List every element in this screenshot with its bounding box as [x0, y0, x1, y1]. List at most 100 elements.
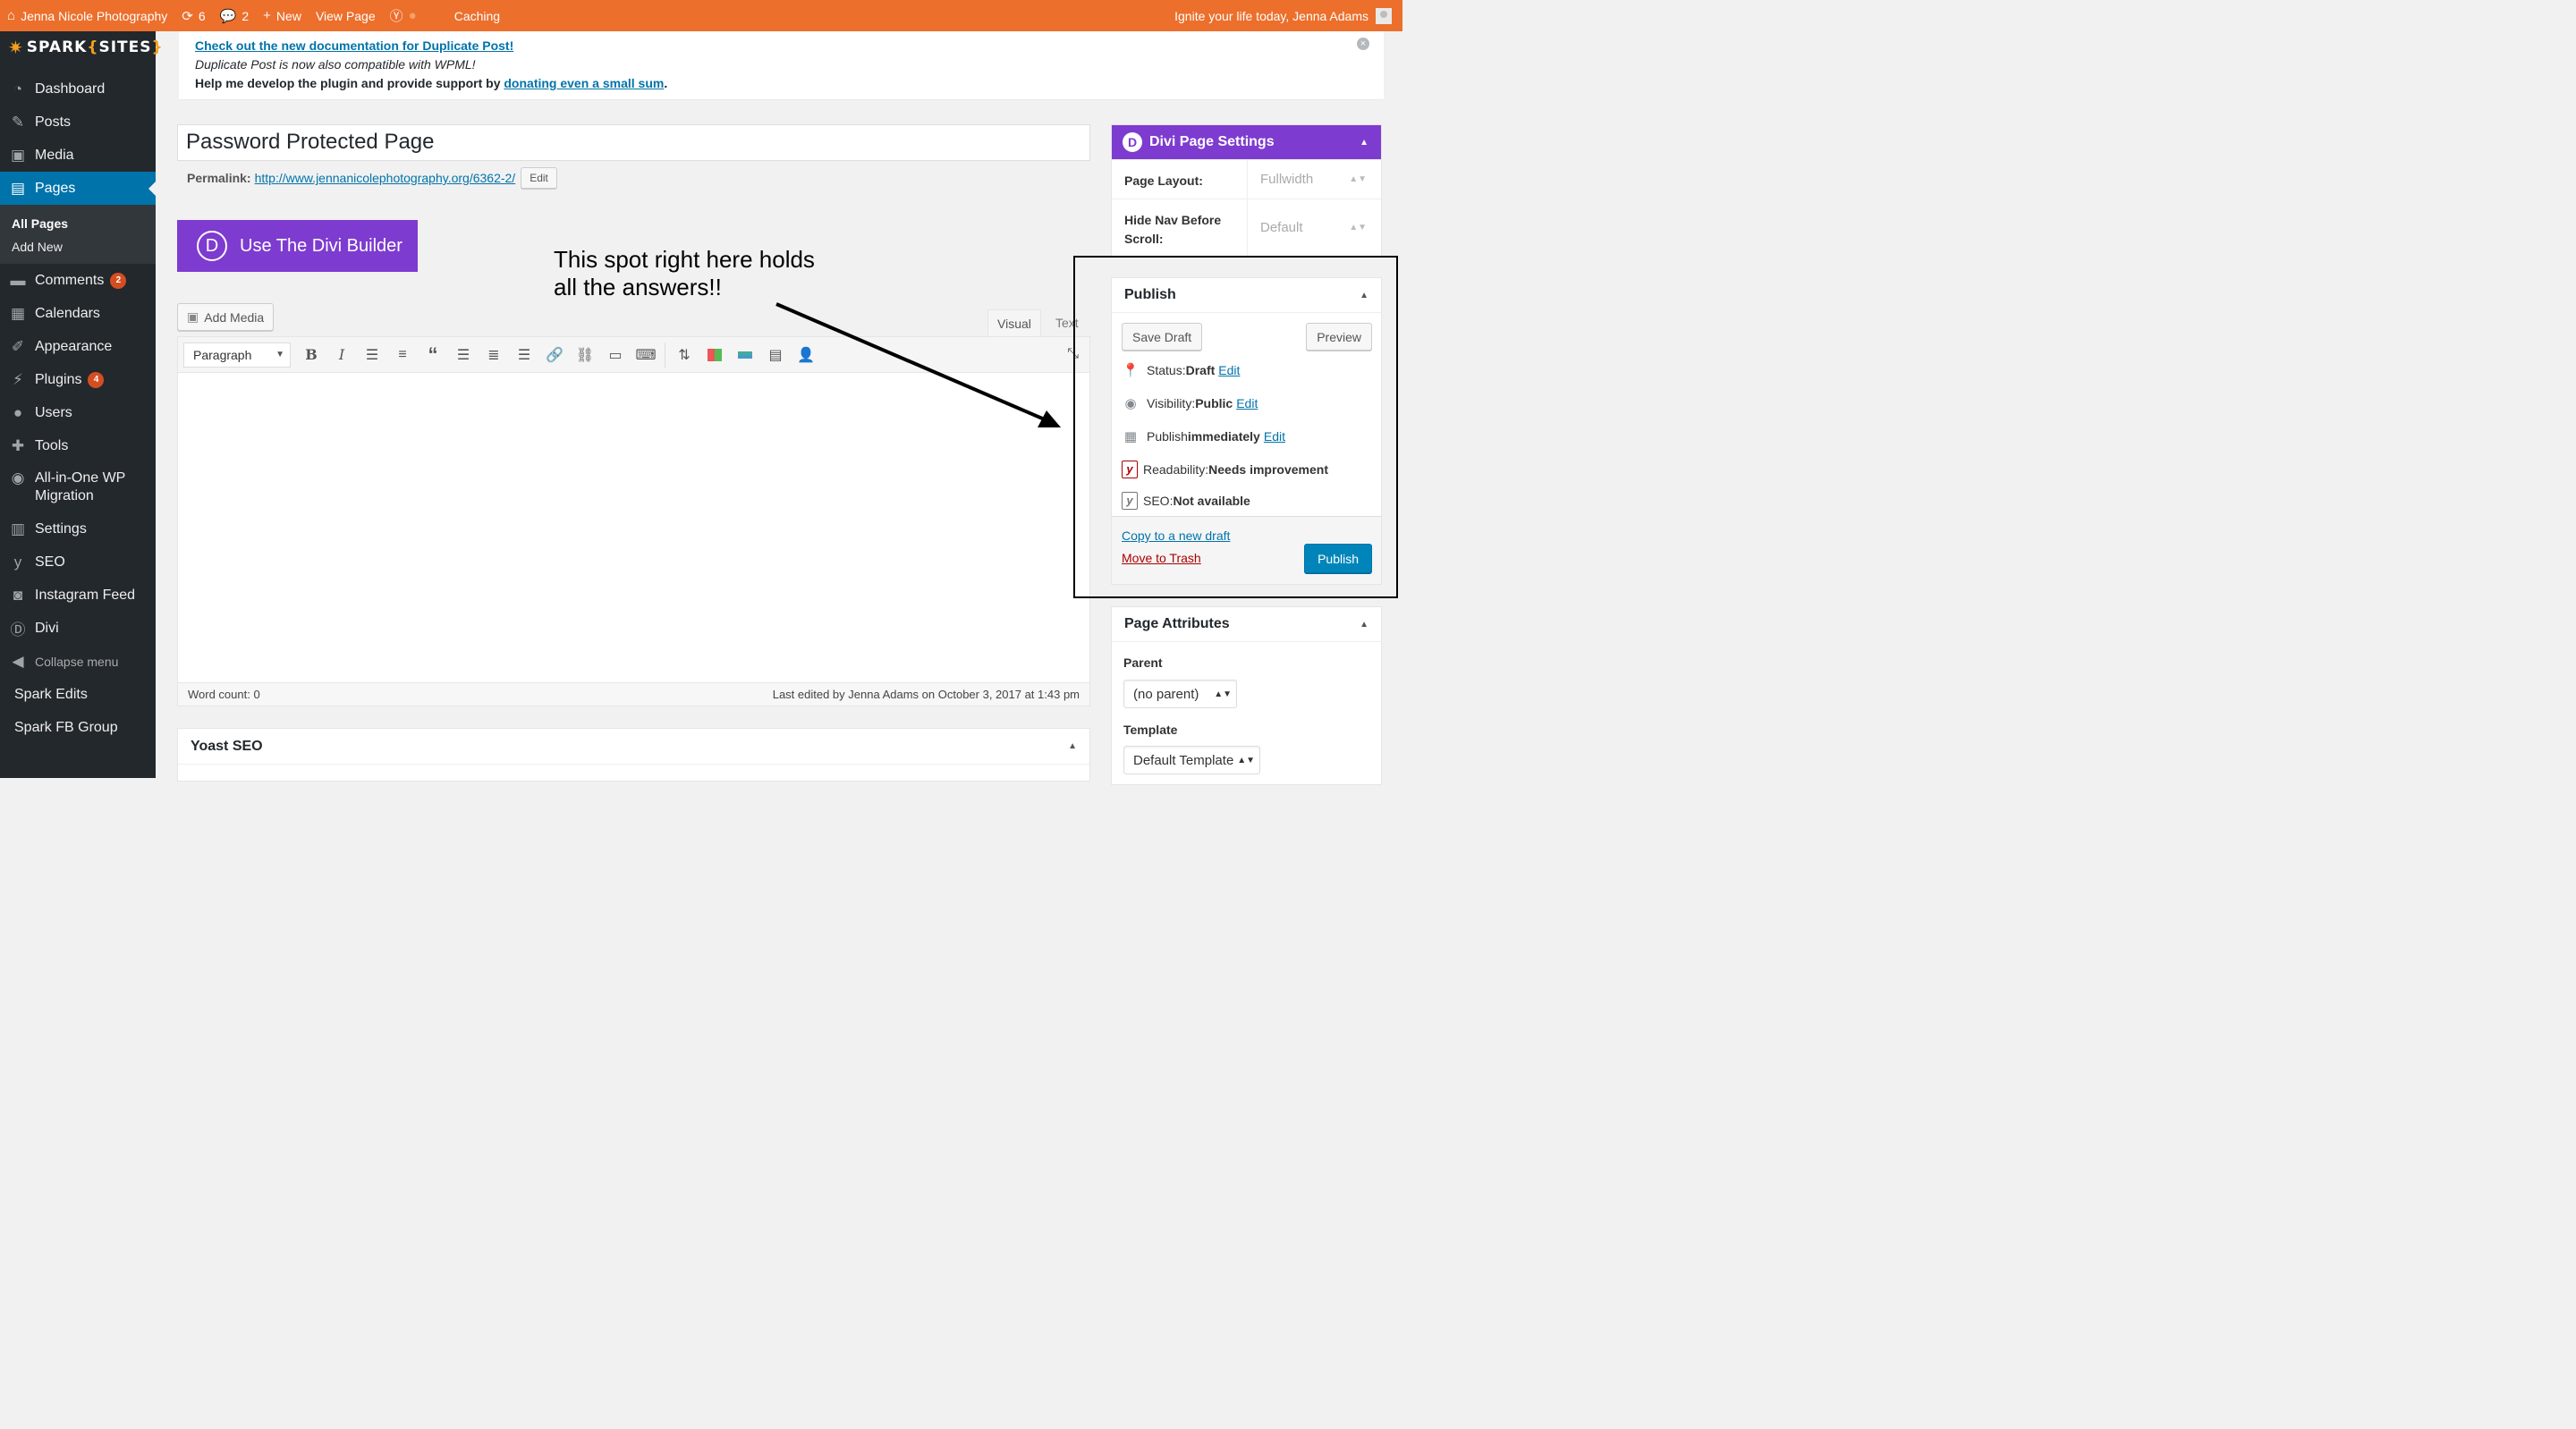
- person-icon[interactable]: 👤: [791, 342, 821, 368]
- read-more-button[interactable]: ▭: [600, 342, 631, 368]
- upload-icon[interactable]: ⇅: [669, 342, 699, 368]
- select-arrows-icon: ▲▼: [1349, 223, 1367, 233]
- toolbar-toggle-button[interactable]: ⌨: [631, 342, 661, 368]
- page-layout-select[interactable]: Fullwidth ▲▼: [1247, 160, 1381, 199]
- permalink-row: Permalink: http://www.jennanicolephotogr…: [187, 167, 557, 189]
- comments-link[interactable]: 💬 2: [213, 0, 256, 31]
- menu-calendars[interactable]: ▦ Calendars: [0, 297, 156, 330]
- page-attributes-header[interactable]: Page Attributes ▲: [1112, 607, 1381, 642]
- menu-spark-fb-group[interactable]: Spark FB Group: [0, 711, 156, 744]
- page-attributes-box: Page Attributes ▲ Parent (no parent) ▲▼ Te…: [1111, 606, 1382, 785]
- template-select[interactable]: Default Template ▲▼: [1123, 746, 1260, 774]
- shortcode-grid-icon[interactable]: [699, 342, 730, 368]
- submenu-add-new[interactable]: Add New: [0, 235, 156, 258]
- italic-button[interactable]: I: [326, 342, 357, 368]
- documentation-link[interactable]: Check out the new documentation for Dupl…: [195, 38, 513, 53]
- numbered-list-button[interactable]: ≡: [387, 342, 418, 368]
- menu-all-in-one-wp-migration[interactable]: ◉ All-in-One WP Migration: [0, 462, 156, 512]
- bulleted-list-button[interactable]: ☰: [357, 342, 387, 368]
- menu-appearance[interactable]: ✐ Appearance: [0, 330, 156, 363]
- yoast-seo-header[interactable]: Yoast SEO ▲: [178, 729, 1089, 765]
- menu-users[interactable]: ● Users: [0, 396, 156, 429]
- unlink-icon[interactable]: ⛓: [570, 342, 600, 368]
- media-icon: ▣: [10, 146, 26, 164]
- menu-spark-edits[interactable]: Spark Edits: [0, 678, 156, 711]
- yoast-adminbar-icon[interactable]: Ⓨ ●: [383, 0, 429, 31]
- collapse-caret-icon[interactable]: ▲: [1360, 620, 1368, 630]
- divi-icon: D: [197, 231, 227, 261]
- menu-posts[interactable]: ✎ Posts: [0, 106, 156, 139]
- pages-icon: ▤: [10, 179, 26, 197]
- refresh-icon: ⟳: [182, 8, 193, 24]
- align-left-button[interactable]: ☰: [448, 342, 479, 368]
- editor-toolbar: Paragraph ▼ B I ☰ ≡ “ ☰ ≣ ☰ 🔗 ⛓ ▭ ⌨ ⇅ ▤ 👤…: [178, 337, 1089, 373]
- menu-settings[interactable]: ▥ Settings: [0, 512, 156, 545]
- new-content-link[interactable]: + New: [256, 0, 309, 31]
- comment-icon: 💬: [219, 8, 237, 24]
- post-editor: ▣ Add Media Visual Text Paragraph ▼ B I ☰ …: [177, 284, 1090, 706]
- progress-bar-icon[interactable]: [730, 342, 760, 368]
- link-icon[interactable]: 🔗: [539, 342, 570, 368]
- add-media-button[interactable]: ▣ Add Media: [177, 303, 275, 331]
- use-divi-builder-button[interactable]: D Use The Divi Builder: [177, 220, 418, 272]
- tab-visual[interactable]: Visual: [987, 309, 1041, 336]
- align-center-button[interactable]: ≣: [479, 342, 509, 368]
- dismiss-icon[interactable]: ×: [1357, 38, 1369, 50]
- editor-status-bar: Word count: 0 Last edited by Jenna Adams…: [178, 682, 1089, 706]
- sun-icon: ✷: [8, 37, 24, 58]
- menu-divi[interactable]: Ⓓ Divi: [0, 612, 156, 645]
- editor-content-area[interactable]: [178, 373, 1089, 681]
- avatar: [1376, 7, 1392, 24]
- align-right-button[interactable]: ☰: [509, 342, 539, 368]
- site-name-link[interactable]: ⌂ Jenna Nicole Photography: [0, 0, 174, 31]
- admin-bar: ⌂ Jenna Nicole Photography ⟳ 6 💬 2 + New Vie…: [0, 0, 1402, 31]
- parent-select[interactable]: (no parent) ▲▼: [1123, 680, 1237, 708]
- submenu-all-pages[interactable]: All Pages: [0, 212, 156, 235]
- permalink-edit-button[interactable]: Edit: [521, 167, 557, 189]
- donate-link[interactable]: donating even a small sum: [504, 76, 664, 90]
- my-account-link[interactable]: Ignite your life today, Jenna Adams: [1167, 0, 1402, 31]
- menu-media[interactable]: ▣ Media: [0, 139, 156, 172]
- menu-seo[interactable]: y SEO: [0, 545, 156, 579]
- hide-nav-select[interactable]: Default ▲▼: [1247, 199, 1381, 256]
- updates-link[interactable]: ⟳ 6: [174, 0, 212, 31]
- sparksites-logo: ✷ SPARK{SITES}: [8, 37, 164, 58]
- annotation-text: This spot right here holds all the answe…: [554, 246, 815, 300]
- format-select[interactable]: Paragraph ▼: [183, 342, 291, 368]
- collapse-caret-icon[interactable]: ▲: [1360, 138, 1368, 148]
- menu-plugins[interactable]: ⚡ Plugins 4: [0, 363, 156, 396]
- caching-link[interactable]: Caching: [447, 0, 507, 31]
- menu-pages[interactable]: ▤ Pages: [0, 172, 156, 205]
- permalink-url[interactable]: http://www.jennanicolephotography.org/63…: [255, 171, 516, 185]
- divi-page-settings-box: D Divi Page Settings ▲ Page Layout: Fullwi…: [1111, 124, 1382, 257]
- view-page-link[interactable]: View Page: [309, 0, 383, 31]
- table-icon[interactable]: ▤: [760, 342, 791, 368]
- menu-tools[interactable]: ✚ Tools: [0, 429, 156, 462]
- camera-icon: ◙: [13, 586, 23, 604]
- post-title-input[interactable]: Password Protected Page: [177, 124, 1090, 161]
- home-icon: ⌂: [7, 8, 16, 23]
- collapse-caret-icon[interactable]: ▲: [1068, 741, 1077, 751]
- hide-nav-label: Hide Nav Before Scroll:: [1124, 213, 1222, 246]
- blockquote-button[interactable]: “: [418, 342, 448, 368]
- duplicate-post-notice: Check out the new documentation for Dupl…: [179, 31, 1384, 99]
- plugin-icon: ⚡: [13, 370, 23, 388]
- divi-page-settings-header[interactable]: D Divi Page Settings ▲: [1112, 125, 1381, 159]
- divi-icon: Ⓓ: [10, 621, 26, 638]
- yoast-seo-box: Yoast SEO ▲: [177, 728, 1090, 782]
- word-count: Word count: 0: [188, 688, 260, 701]
- yoast-icon: Ⓨ: [389, 9, 403, 24]
- menu-comments[interactable]: ▬ Comments 2: [0, 264, 156, 297]
- status-dot-icon: ●: [408, 8, 417, 23]
- plugins-badge: 4: [88, 371, 105, 388]
- collapse-menu-button[interactable]: ◀ Collapse menu: [0, 645, 156, 678]
- admin-sidebar: ✷ SPARK{SITES} ◔ Dashboard ✎ Posts ▣ Media ▤…: [0, 31, 164, 778]
- dashboard-icon: ◔: [13, 80, 23, 97]
- menu-instagram-feed[interactable]: ◙ Instagram Feed: [0, 579, 156, 612]
- collapse-icon: ◀: [12, 652, 24, 670]
- parent-label: Parent: [1123, 655, 1163, 670]
- bold-button[interactable]: B: [296, 342, 326, 368]
- pushpin-icon: ✎: [11, 113, 25, 131]
- menu-dashboard[interactable]: ◔ Dashboard: [0, 72, 156, 106]
- comments-badge: 2: [110, 272, 127, 289]
